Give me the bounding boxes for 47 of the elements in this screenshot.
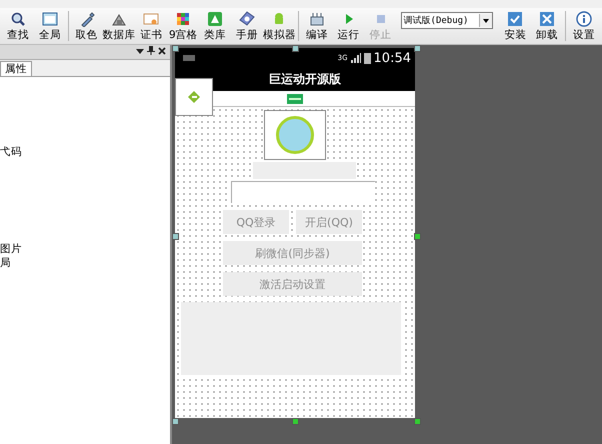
resize-handle[interactable] xyxy=(292,418,299,425)
panel-tab[interactable]: 属性 xyxy=(0,61,32,76)
certificate-icon xyxy=(143,10,160,26)
dropper-icon xyxy=(78,10,95,26)
toolbar-button[interactable]: 查找 xyxy=(2,9,34,43)
checkbox-icon xyxy=(507,10,524,26)
toolbar-button[interactable]: 证书 xyxy=(136,9,168,43)
toolbar-button[interactable]: 模拟器 xyxy=(262,9,296,43)
keyboard-icon xyxy=(183,55,195,61)
diamond-icon xyxy=(239,10,256,26)
calendar-icon xyxy=(308,10,325,26)
panel-item[interactable]: 图片 xyxy=(0,242,22,256)
search-icon xyxy=(10,10,26,26)
pin-icon[interactable] xyxy=(147,46,155,58)
resize-handle[interactable] xyxy=(414,45,421,52)
avatar xyxy=(276,116,314,154)
window-icon xyxy=(42,10,58,26)
color-grid-icon xyxy=(175,10,192,26)
info-icon xyxy=(576,10,592,26)
build-mode-dropdown[interactable]: 调试版(Debug) xyxy=(400,12,494,28)
toolbar-button[interactable]: 全局 xyxy=(34,9,66,43)
status-time: 10:54 xyxy=(374,50,411,66)
panel-item[interactable]: 弋码 xyxy=(0,145,22,159)
panel-item[interactable]: 局 xyxy=(0,256,11,270)
toolbar-button[interactable]: 卸载 xyxy=(531,9,564,43)
resize-handle[interactable] xyxy=(172,418,179,425)
toolbar-button[interactable]: 手册 xyxy=(231,9,263,43)
logo-icon xyxy=(186,89,202,105)
badge-icon xyxy=(287,94,303,104)
battery-icon xyxy=(364,52,371,64)
resize-handle[interactable] xyxy=(172,233,179,240)
toolbar-button[interactable]: 编译 xyxy=(300,9,333,43)
toolbar-button[interactable]: 类库 xyxy=(199,9,232,43)
resize-handle[interactable] xyxy=(172,45,179,52)
toolbar-button[interactable]: 设置 xyxy=(568,9,600,43)
cross-icon xyxy=(539,10,556,26)
toolbar-button[interactable]: 数据库 xyxy=(102,9,136,43)
resize-handle[interactable] xyxy=(292,45,299,52)
toolbar-button[interactable]: 取色 xyxy=(70,9,103,43)
resize-handle[interactable] xyxy=(414,418,421,425)
signal-icon xyxy=(350,53,361,63)
toolbar-button[interactable]: 安装 xyxy=(499,9,532,43)
app-title: 巨运动开源版 xyxy=(269,71,341,88)
resize-handle[interactable] xyxy=(414,233,421,240)
toolbar-button[interactable]: 运行 xyxy=(332,9,365,43)
caret-icon xyxy=(479,14,492,26)
toolbar-button[interactable]: 9宫格 xyxy=(167,9,200,43)
